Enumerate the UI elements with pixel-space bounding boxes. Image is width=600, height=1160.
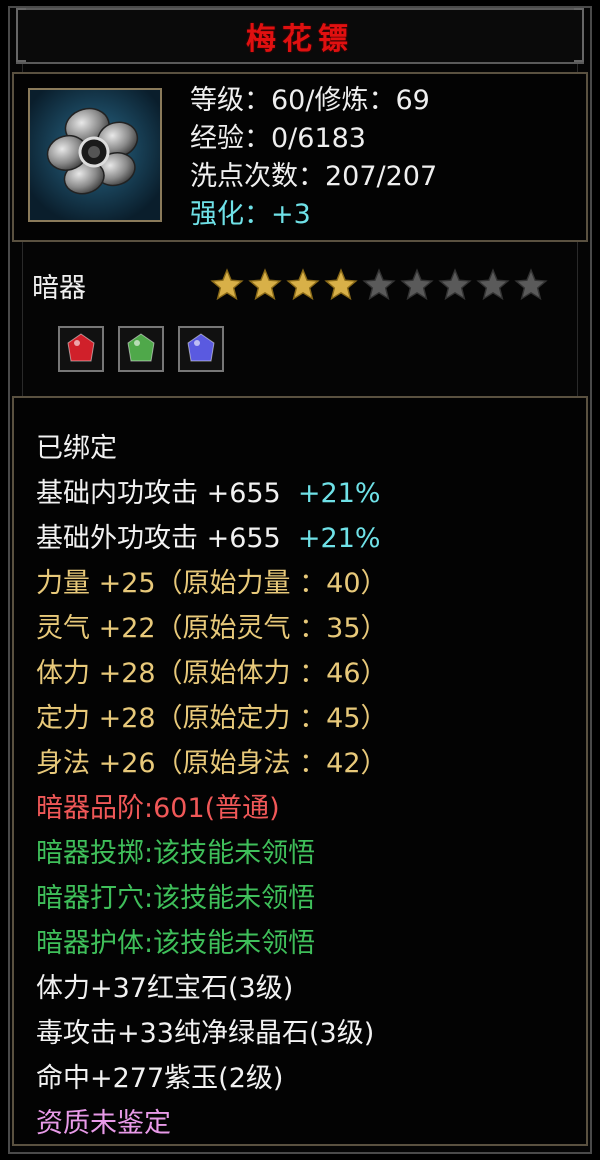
enhance-label: 强化：	[190, 199, 271, 230]
star-filled-icon	[324, 268, 358, 301]
level-line: 等级：60/修炼：69	[190, 85, 430, 116]
outer-attack-bonus: +21%	[297, 523, 381, 554]
bound-status: 已绑定	[36, 433, 117, 464]
grade-line: 暗器品阶:601(普通)	[36, 793, 280, 824]
inner-attack-line: 基础内功攻击 +655 +21%	[36, 471, 388, 516]
skill-guard-line: 暗器护体:该技能未领悟	[36, 928, 316, 959]
star-empty-icon	[400, 268, 434, 301]
detail-lines: 已绑定 基础内功攻击 +655 +21% 基础外功攻击 +655 +21% 力量…	[36, 426, 388, 1146]
gem-line-ruby: 体力+37红宝石(3级)	[36, 973, 294, 1004]
skill-acupoint-line: 暗器打穴:该技能未领悟	[36, 883, 316, 914]
gem-line-green-crystal: 毒攻击+33纯净绿晶石(3级)	[36, 1018, 375, 1049]
spirit-line: 灵气 +22（原始灵气 ：35）	[36, 613, 388, 644]
plum-blossom-dart-icon	[30, 90, 160, 220]
item-detail-panel: 已绑定 基础内功攻击 +655 +21% 基础外功攻击 +655 +21% 力量…	[12, 396, 588, 1146]
exp-line: 经验：0/6183	[190, 123, 366, 154]
star-filled-icon	[286, 268, 320, 301]
gem-socket[interactable]	[118, 326, 164, 372]
star-empty-icon	[514, 268, 548, 301]
item-type: 暗器	[32, 273, 86, 304]
enhance-line: 强化：+3	[190, 196, 437, 234]
wash-count-line: 洗点次数：207/207	[190, 161, 438, 192]
title-bar: 梅花镖	[0, 0, 600, 70]
outer-attack-line: 基础外功攻击 +655 +21%	[36, 516, 388, 561]
star-empty-icon	[362, 268, 396, 301]
strength-line: 力量 +25（原始力量 ：40）	[36, 568, 388, 599]
aptitude-line: 资质未鉴定	[36, 1108, 171, 1139]
outer-attack-label: 基础外功攻击 +655	[36, 523, 281, 554]
inner-attack-bonus: +21%	[297, 478, 381, 509]
item-icon[interactable]	[28, 88, 162, 222]
enhance-value: +3	[271, 199, 311, 230]
star-filled-icon	[248, 268, 282, 301]
gem-sockets	[58, 326, 224, 372]
inner-attack-label: 基础内功攻击 +655	[36, 478, 281, 509]
skill-throw-line: 暗器投掷:该技能未领悟	[36, 838, 316, 869]
star-empty-icon	[476, 268, 510, 301]
vitality-line: 体力 +28（原始体力 ：46）	[36, 658, 388, 689]
gem-socket[interactable]	[178, 326, 224, 372]
green-crystal-gem-icon	[127, 333, 155, 362]
star-rating	[210, 268, 548, 302]
item-name: 梅花镖	[246, 22, 354, 57]
gem-socket[interactable]	[58, 326, 104, 372]
star-empty-icon	[438, 268, 472, 301]
item-stats: 等级：60/修炼：69 经验：0/6183 洗点次数：207/207 强化：+3	[190, 82, 437, 234]
ruby-gem-icon	[67, 333, 95, 362]
focus-line: 定力 +28（原始定力 ：45）	[36, 703, 388, 734]
agility-line: 身法 +26（原始身法 ：42）	[36, 748, 388, 779]
purple-jade-gem-icon	[187, 333, 215, 362]
gem-line-purple-jade: 命中+277紫玉(2级)	[36, 1063, 284, 1094]
star-filled-icon	[210, 268, 244, 301]
item-header-panel: 等级：60/修炼：69 经验：0/6183 洗点次数：207/207 强化：+3	[12, 72, 588, 242]
